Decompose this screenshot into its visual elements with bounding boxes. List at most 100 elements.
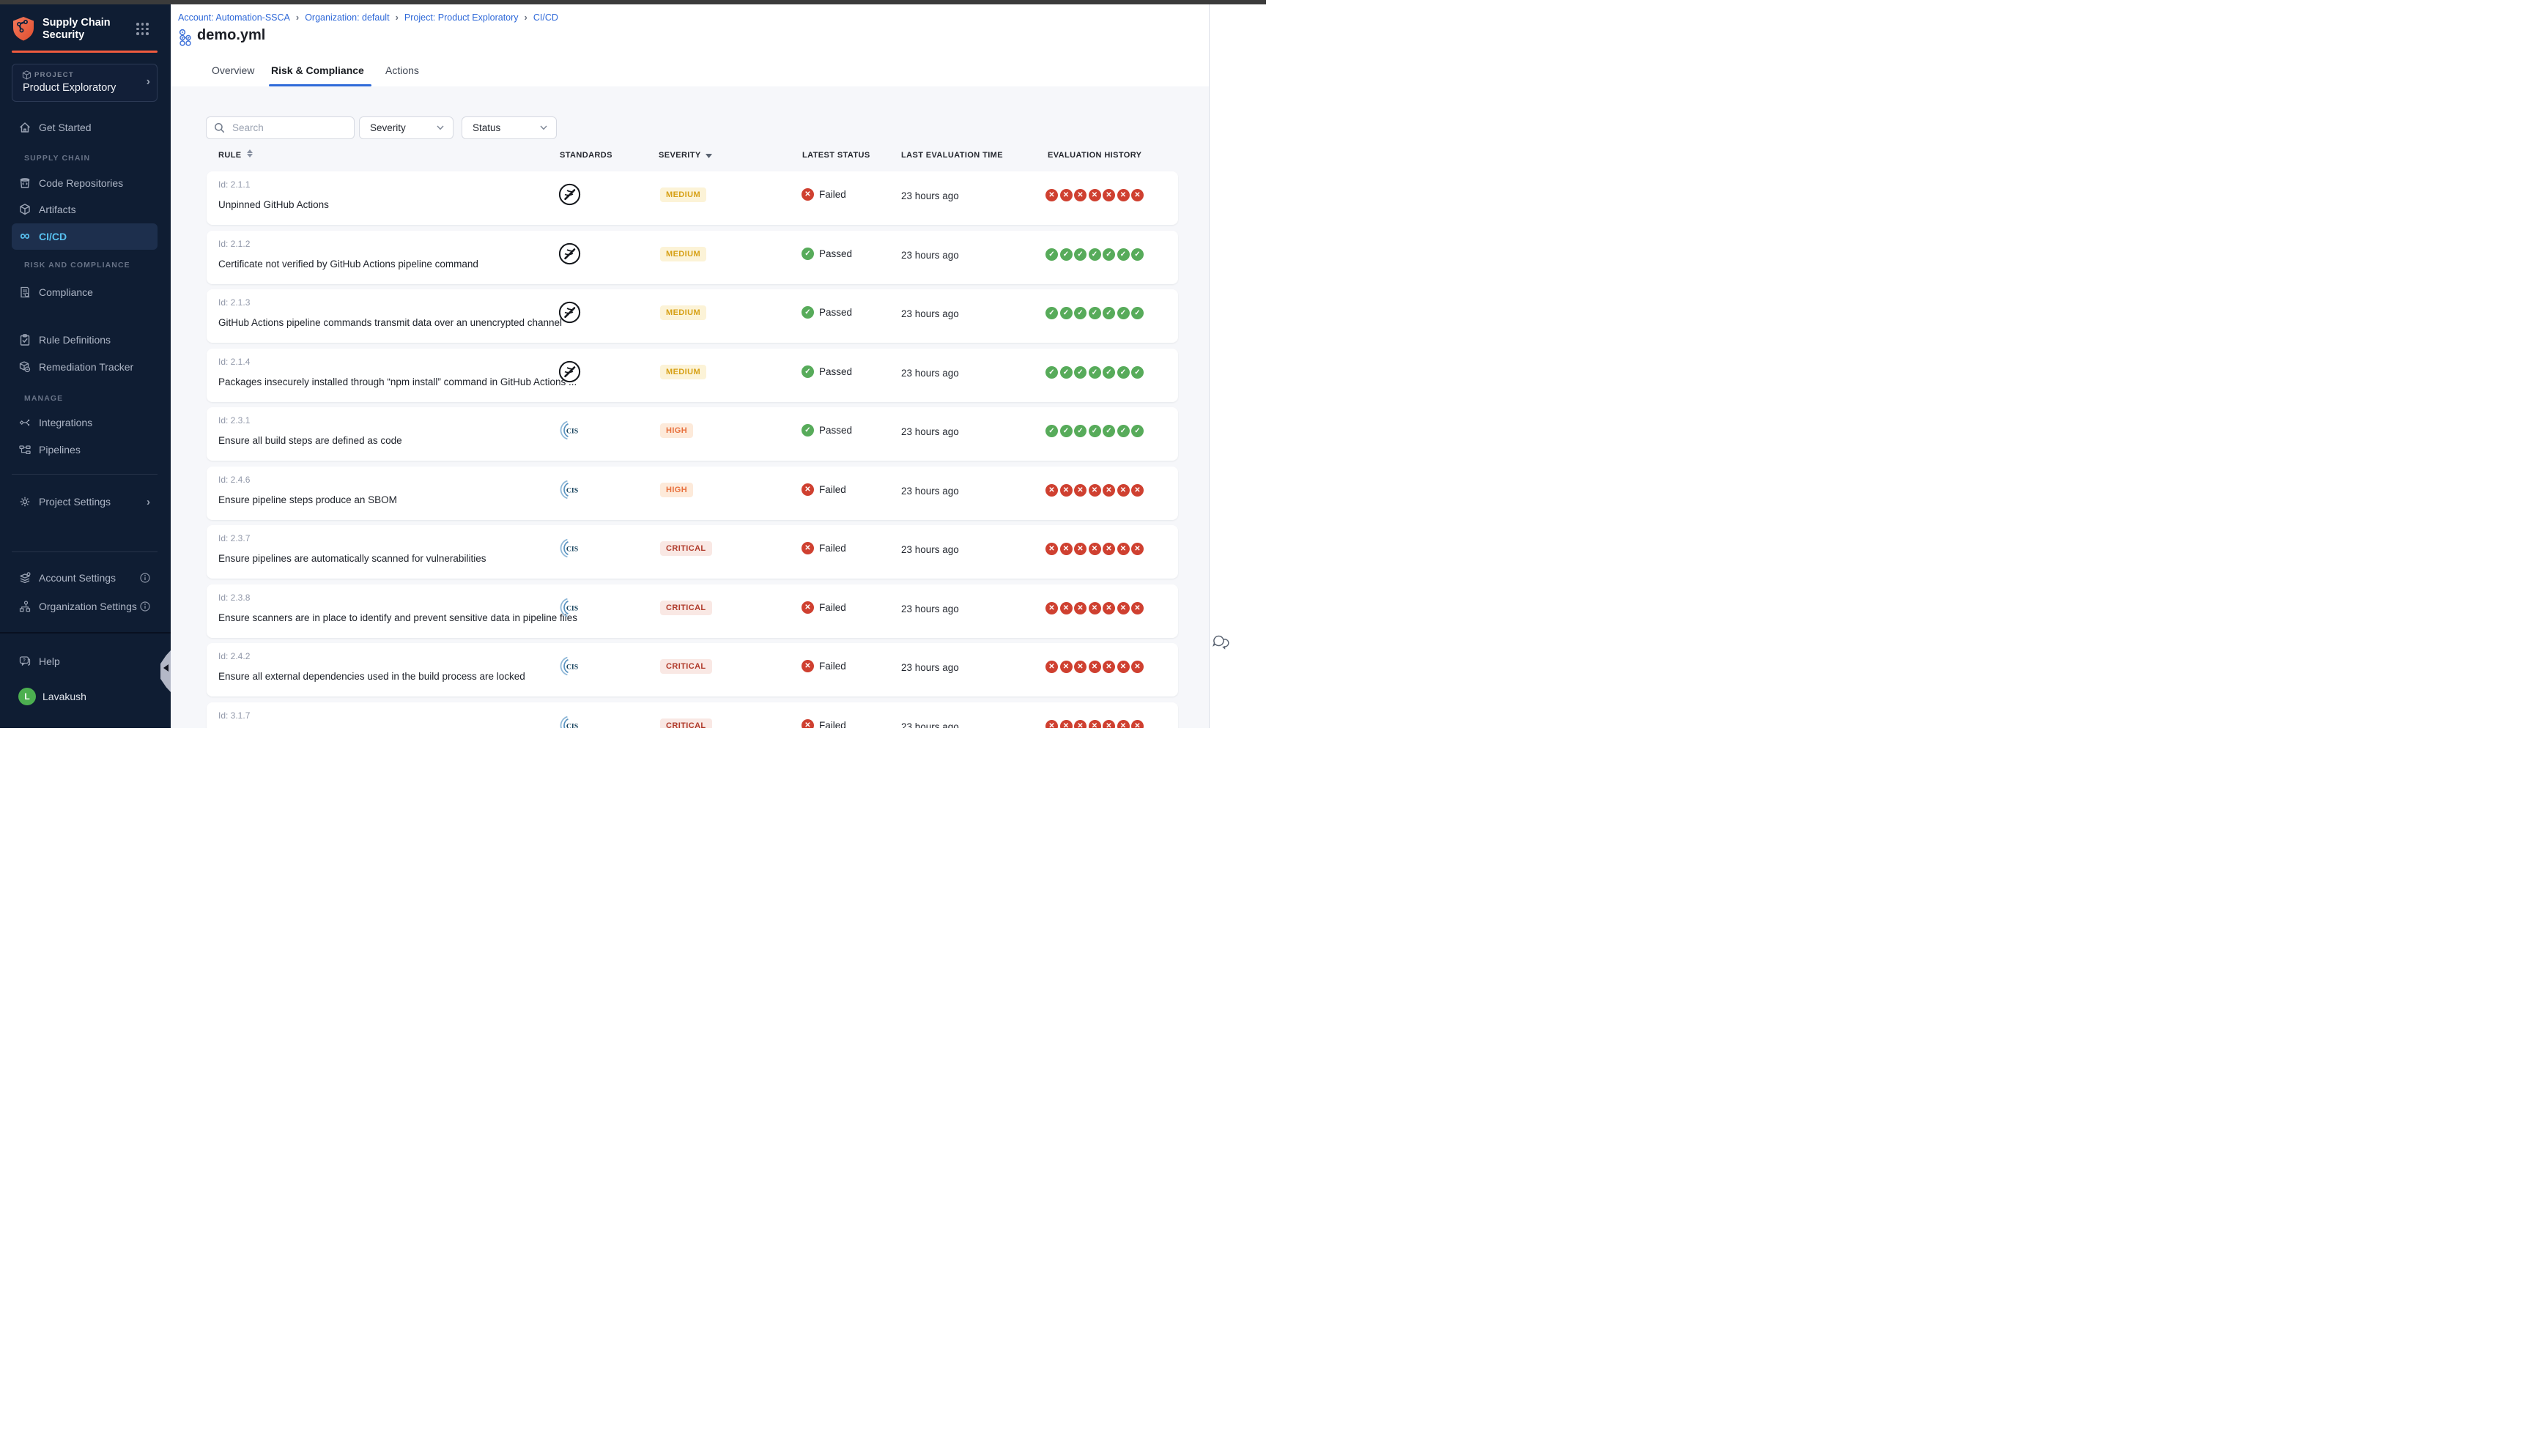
rule-name: Ensure pipeline steps produce an SBOM: [218, 494, 397, 505]
breadcrumb-page-link[interactable]: CI/CD: [533, 12, 558, 23]
sidebar-item-label: Get Started: [39, 122, 92, 133]
rule-name: Ensure scanners are in place to identify…: [218, 612, 577, 623]
sidebar-item-pipelines[interactable]: Pipelines: [12, 437, 158, 463]
history-fail-icon: ✕: [1117, 602, 1130, 614]
status-text: Passed: [819, 307, 852, 318]
sidebar-item-project-settings[interactable]: Project Settings ›: [12, 489, 158, 515]
sidebar-item-label: Pipelines: [39, 444, 81, 456]
history-pass-icon: ✓: [1117, 307, 1130, 319]
last-evaluation-time: 23 hours ago: [901, 486, 959, 497]
severity-badge: MEDIUM: [660, 305, 706, 320]
table-row[interactable]: Id: 2.1.1 Unpinned GitHub Actions CIS ME…: [207, 171, 1178, 225]
breadcrumb-account-link[interactable]: Account: Automation-SSCA: [178, 12, 290, 23]
last-evaluation-time: 23 hours ago: [901, 308, 959, 319]
sidebar-item-cicd[interactable]: ∞ CI/CD: [12, 223, 158, 250]
history-pass-icon: ✓: [1131, 366, 1144, 379]
evaluation-history: ✕✕✕✕✕✕✕: [1045, 661, 1144, 673]
evaluation-history: ✕✕✕✕✕✕✕: [1045, 602, 1144, 614]
table-row[interactable]: Id: 2.1.4 Packages insecurely installed …: [207, 349, 1178, 402]
history-fail-icon: ✕: [1089, 189, 1101, 201]
rule-id: Id: 3.1.7: [218, 710, 250, 721]
sidebar-item-rule-definitions[interactable]: Rule Definitions: [12, 327, 158, 353]
sidebar-item-remediation-tracker[interactable]: Remediation Tracker: [12, 354, 158, 380]
cis-standard-icon: CIS: [558, 478, 581, 501]
status-icon: ✓: [802, 365, 814, 378]
search-input[interactable]: [231, 122, 344, 134]
severity-filter-label: Severity: [370, 122, 406, 133]
sidebar-item-account-settings[interactable]: Account Settings: [12, 565, 158, 591]
sidebar-item-organization-settings[interactable]: Organization Settings: [12, 593, 158, 620]
table-row[interactable]: Id: 2.1.3 GitHub Actions pipeline comman…: [207, 289, 1178, 343]
status-icon: ✓: [802, 306, 814, 319]
severity-filter-dropdown[interactable]: Severity: [359, 116, 454, 139]
history-pass-icon: ✓: [1089, 366, 1101, 379]
history-pass-icon: ✓: [1074, 248, 1087, 261]
rule-name: Certificate not verified by GitHub Actio…: [218, 259, 478, 270]
help-chat-launcher-icon[interactable]: [1212, 633, 1229, 650]
status-icon: ✕: [802, 188, 814, 201]
history-pass-icon: ✓: [1045, 425, 1058, 437]
collapse-arrow-icon: [163, 664, 169, 672]
history-fail-icon: ✕: [1117, 484, 1130, 497]
rule-id: Id: 2.3.8: [218, 593, 250, 603]
sidebar-item-get-started[interactable]: Get Started: [12, 114, 158, 141]
tab-actions[interactable]: Actions: [385, 64, 419, 76]
status-filter-dropdown[interactable]: Status: [462, 116, 557, 139]
history-fail-icon: ✕: [1131, 543, 1144, 555]
project-selector[interactable]: PROJECT Product Exploratory ›: [12, 64, 158, 102]
sort-icon[interactable]: [247, 149, 253, 157]
last-evaluation-time: 23 hours ago: [901, 721, 959, 729]
cis-standard-icon: CIS: [558, 655, 581, 677]
pipeline-title-icon: [178, 29, 193, 46]
info-icon[interactable]: [140, 573, 150, 583]
table-row[interactable]: Id: 2.4.6 Ensure pipeline steps produce …: [207, 467, 1178, 520]
breadcrumb-project-link[interactable]: Project: Product Exploratory: [404, 12, 519, 23]
breadcrumb-organization-link[interactable]: Organization: default: [305, 12, 389, 23]
status-icon: ✓: [802, 248, 814, 260]
latest-status: ✓ Passed: [802, 306, 852, 319]
tab-overview[interactable]: Overview: [212, 64, 254, 76]
last-evaluation-time: 23 hours ago: [901, 250, 959, 261]
history-fail-icon: ✕: [1117, 720, 1130, 729]
rule-name: Ensure pipelines are automatically scann…: [218, 553, 486, 564]
severity-badge: CRITICAL: [660, 541, 712, 556]
tab-risk-compliance[interactable]: Risk & Compliance: [271, 64, 364, 76]
sidebar-item-compliance[interactable]: Compliance: [12, 279, 158, 305]
sidebar-item-help[interactable]: ? Help: [12, 648, 158, 675]
table-row[interactable]: Id: 2.3.8 Ensure scanners are in place t…: [207, 584, 1178, 638]
sidebar-item-label: Compliance: [39, 286, 93, 298]
table-row[interactable]: Id: 2.1.2 Certificate not verified by Gi…: [207, 231, 1178, 284]
history-fail-icon: ✕: [1131, 720, 1144, 729]
history-pass-icon: ✓: [1060, 307, 1073, 319]
sidebar-user-profile[interactable]: L Lavakush: [12, 683, 158, 710]
table-row[interactable]: Id: 2.3.1 Ensure all build steps are def…: [207, 407, 1178, 461]
rule-name: Ensure all external dependencies used in…: [218, 671, 525, 682]
sidebar-item-artifacts[interactable]: Artifacts: [12, 196, 158, 223]
history-pass-icon: ✓: [1060, 425, 1073, 437]
history-fail-icon: ✕: [1103, 602, 1115, 614]
column-header-severity[interactable]: SEVERITY: [659, 151, 701, 160]
column-header-rule[interactable]: RULE: [218, 151, 242, 160]
table-row[interactable]: Id: 3.1.7 CIS CRITICAL ✕ Failed 23 hours…: [207, 702, 1178, 729]
severity-badge: CRITICAL: [660, 718, 712, 729]
breadcrumb-separator: ›: [296, 12, 299, 23]
sidebar-divider: [12, 551, 158, 552]
history-fail-icon: ✕: [1074, 661, 1087, 673]
evaluation-history: ✕✕✕✕✕✕✕: [1045, 720, 1144, 729]
breadcrumb: Account: Automation-SSCA › Organization:…: [178, 12, 558, 23]
table-row[interactable]: Id: 2.3.7 Ensure pipelines are automatic…: [207, 525, 1178, 579]
app-logo: Supply ChainSecurity: [12, 16, 111, 42]
status-icon: ✕: [802, 542, 814, 554]
sidebar-item-label: Code Repositories: [39, 177, 123, 189]
table-row[interactable]: Id: 2.4.2 Ensure all external dependenci…: [207, 643, 1178, 697]
rule-name: Unpinned GitHub Actions: [218, 199, 329, 210]
history-fail-icon: ✕: [1103, 720, 1115, 729]
rule-id: Id: 2.4.2: [218, 651, 250, 661]
column-header-standards: STANDARDS: [560, 151, 612, 160]
sidebar-item-code-repositories[interactable]: Code Repositories: [12, 170, 158, 196]
info-icon[interactable]: [140, 601, 150, 612]
svg-text:CIS: CIS: [566, 722, 579, 728]
app-switcher-grid-icon[interactable]: [136, 23, 149, 35]
sidebar-item-integrations[interactable]: Integrations: [12, 409, 158, 436]
history-fail-icon: ✕: [1089, 602, 1101, 614]
